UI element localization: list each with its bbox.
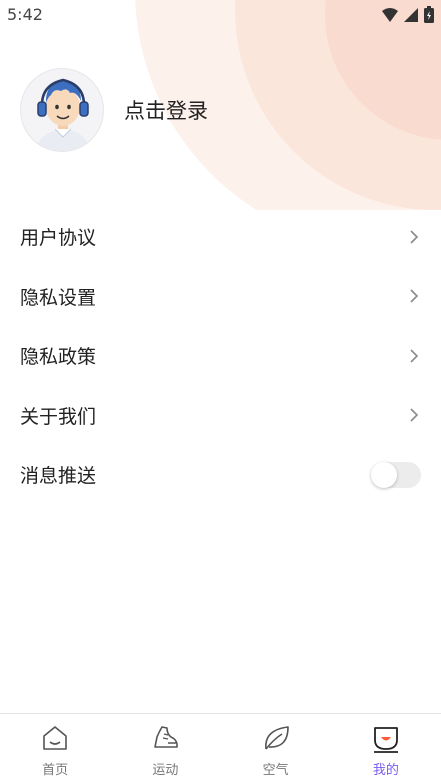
menu-item-privacy-policy[interactable]: 隐私政策: [0, 326, 441, 386]
menu-item-privacy-settings[interactable]: 隐私设置: [0, 267, 441, 327]
tab-label: 空气: [262, 763, 289, 778]
menu-item-label: 隐私设置: [20, 286, 97, 309]
battery-icon: [424, 6, 434, 23]
menu-item-about-us[interactable]: 关于我们: [0, 386, 441, 446]
push-notification-toggle[interactable]: [371, 461, 421, 488]
tab-mine[interactable]: 我的: [331, 714, 441, 784]
chevron-right-icon: [410, 408, 419, 422]
menu-item-push-notifications: 消息推送: [0, 445, 441, 505]
chevron-right-icon: [410, 230, 419, 244]
menu-item-label: 关于我们: [20, 405, 97, 428]
tab-label: 我的: [372, 763, 399, 778]
tab-label: 首页: [42, 763, 69, 778]
avatar-icon[interactable]: [20, 68, 104, 152]
menu-item-label: 隐私政策: [20, 346, 97, 369]
leaf-icon: [264, 726, 289, 750]
tab-home[interactable]: 首页: [0, 714, 110, 784]
menu-item-label: 消息推送: [20, 465, 97, 488]
status-bar: 5:42: [0, 0, 441, 30]
chevron-right-icon: [410, 289, 419, 303]
status-icons: [382, 6, 434, 23]
wifi-icon: [382, 7, 398, 22]
status-time: 5:42: [7, 5, 43, 24]
home-icon: [43, 726, 67, 750]
bottom-tab-bar: 首页 运动 空气 我的: [0, 713, 441, 784]
sneaker-icon: [154, 726, 179, 748]
menu-item-user-agreement[interactable]: 用户协议: [0, 207, 441, 267]
settings-menu: 用户协议 隐私设置 隐私政策 关于我们 消息推送: [0, 207, 441, 505]
toggle-knob: [371, 461, 397, 488]
tab-air[interactable]: 空气: [221, 714, 331, 784]
tab-label: 运动: [152, 763, 179, 778]
profile-icon: [373, 727, 398, 753]
login-label[interactable]: 点击登录: [124, 95, 208, 125]
signal-icon: [404, 7, 418, 22]
profile-header[interactable]: 点击登录: [20, 68, 208, 152]
tab-sport[interactable]: 运动: [110, 714, 220, 784]
chevron-right-icon: [410, 349, 419, 363]
menu-item-label: 用户协议: [20, 227, 97, 250]
